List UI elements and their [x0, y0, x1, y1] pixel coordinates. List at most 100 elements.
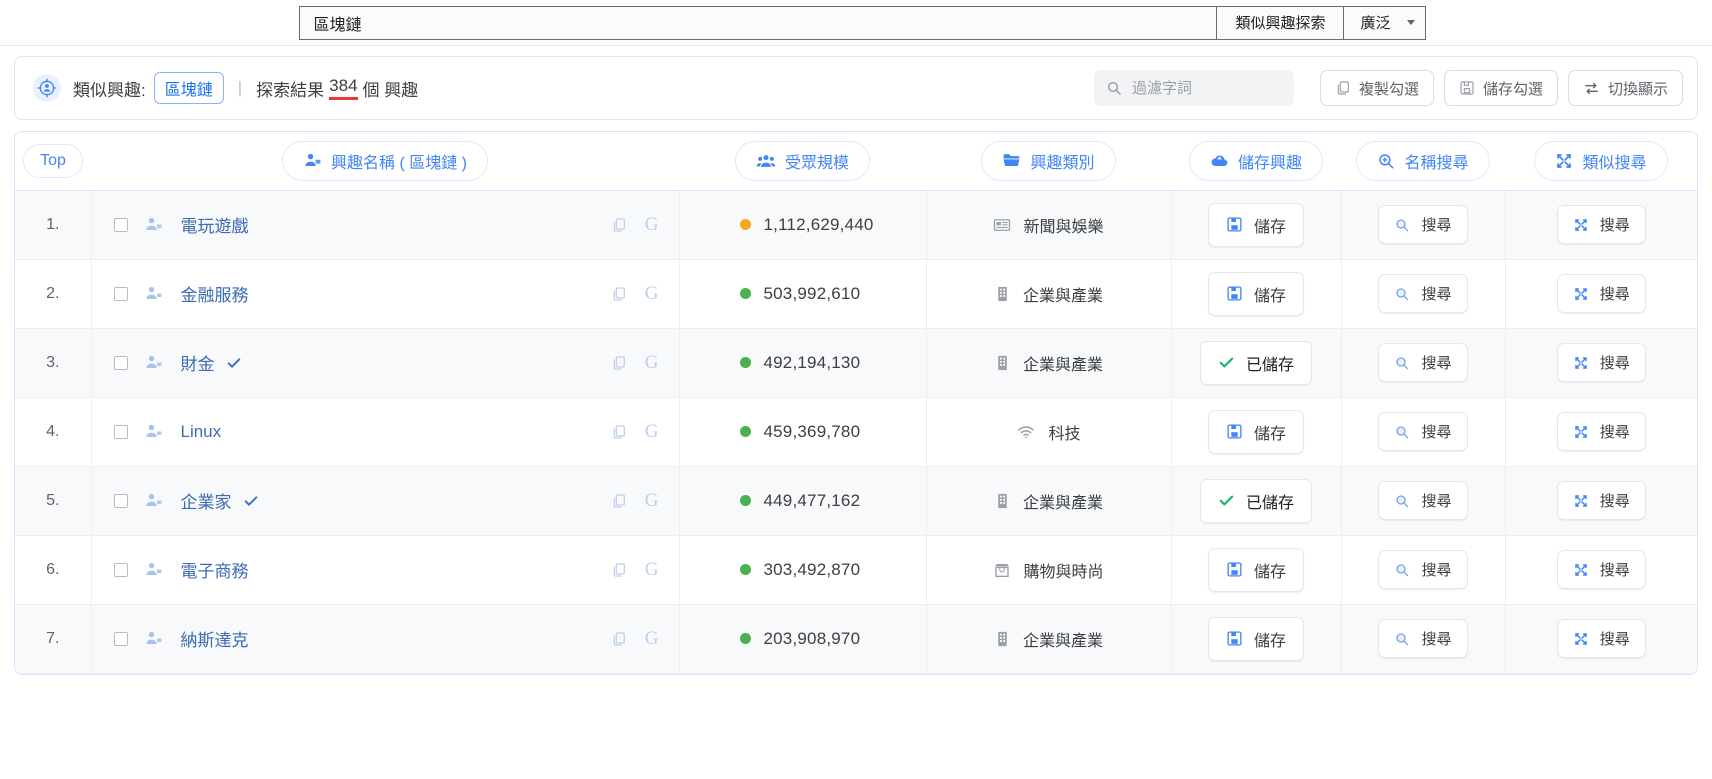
name-search-button-label: 搜尋	[1421, 355, 1452, 372]
save-button[interactable]: 儲存	[1207, 271, 1304, 316]
name-search-button[interactable]: 搜尋	[1378, 274, 1468, 313]
save-button[interactable]: 儲存	[1207, 547, 1304, 592]
row-checkbox[interactable]	[113, 493, 128, 508]
similar-search-button[interactable]: 搜尋	[1556, 481, 1646, 520]
table-row: 3. 財金 G 492,194,130 企業與產業 已儲存 搜尋 搜尋	[15, 328, 1697, 398]
filter-field[interactable]	[1093, 70, 1294, 106]
building-icon	[994, 630, 1011, 648]
name-search-button[interactable]: 搜尋	[1378, 481, 1468, 520]
category-header-pill[interactable]: 興趣類別	[981, 140, 1116, 181]
audience-size-value: 203,908,970	[763, 628, 861, 648]
google-search-icon[interactable]: G	[645, 215, 659, 234]
similar-search-button[interactable]: 搜尋	[1556, 205, 1646, 244]
similar-search-button[interactable]: 搜尋	[1556, 412, 1646, 451]
check-icon	[1218, 354, 1235, 371]
similar-search-button[interactable]: 搜尋	[1556, 274, 1646, 313]
copy-icon[interactable]	[611, 562, 627, 578]
row-checkbox[interactable]	[113, 631, 128, 646]
target-person-icon	[33, 74, 61, 102]
magnifier-icon	[1394, 493, 1410, 509]
interest-name-link[interactable]: 納斯達克	[181, 626, 249, 651]
interest-name-link[interactable]: 企業家	[181, 488, 232, 513]
save-button[interactable]: 儲存	[1207, 616, 1304, 661]
row-checkbox[interactable]	[113, 286, 128, 301]
keyword-chip[interactable]: 區塊鏈	[153, 72, 224, 104]
magnifier-icon	[1394, 424, 1410, 440]
name-search-button[interactable]: 搜尋	[1378, 412, 1468, 451]
copy-icon[interactable]	[611, 286, 627, 302]
name-search-header-pill[interactable]: 名稱搜尋	[1356, 140, 1490, 181]
copy-icon[interactable]	[611, 355, 627, 371]
similar-search-button[interactable]: 搜尋	[1556, 343, 1646, 382]
name-search-button[interactable]: 搜尋	[1378, 619, 1468, 658]
chevron-down-icon	[1406, 20, 1415, 25]
similar-search-cell: 搜尋	[1505, 535, 1697, 605]
interest-name-link[interactable]: Linux	[181, 422, 222, 442]
name-search-button[interactable]: 搜尋	[1378, 550, 1468, 589]
saved-button[interactable]: 已儲存	[1199, 478, 1312, 523]
similar-search-header-pill[interactable]: 類似搜尋	[1534, 140, 1668, 181]
interest-name-link[interactable]: 財金	[181, 350, 215, 375]
magnifier-icon	[1394, 562, 1410, 578]
save-cell: 儲存	[1171, 190, 1342, 260]
status-dot	[739, 426, 751, 437]
rank-header-label[interactable]: Top	[23, 143, 83, 178]
floppy-icon	[1226, 561, 1243, 578]
saved-button[interactable]: 已儲存	[1199, 340, 1312, 385]
status-dot	[739, 564, 751, 575]
interest-name-link[interactable]: 電玩遊戲	[181, 212, 249, 237]
category-label: 企業與產業	[1022, 287, 1103, 305]
row-checkbox[interactable]	[113, 562, 128, 577]
building-icon	[994, 285, 1011, 303]
name-search-button[interactable]: 搜尋	[1378, 343, 1468, 382]
row-index: 2.	[15, 259, 92, 329]
name-header-pill[interactable]: 興趣名稱 ( 區塊鏈 )	[282, 140, 488, 181]
google-search-icon[interactable]: G	[645, 560, 659, 579]
row-checkbox[interactable]	[113, 355, 128, 370]
audience-header-pill[interactable]: 受眾規模	[734, 140, 870, 181]
audience-size-value: 459,369,780	[763, 421, 861, 441]
google-search-icon[interactable]: G	[645, 491, 659, 510]
copy-checked-button[interactable]: 複製勾選	[1319, 70, 1434, 106]
google-search-icon[interactable]: G	[645, 353, 659, 372]
row-name-actions: G	[611, 284, 659, 303]
name-search-button[interactable]: 搜尋	[1378, 205, 1468, 244]
filter-input[interactable]	[1129, 78, 1282, 98]
save-header-pill[interactable]: 儲存興趣	[1188, 140, 1323, 181]
similar-search-button[interactable]: 搜尋	[1556, 550, 1646, 589]
row-checkbox[interactable]	[113, 424, 128, 439]
floppy-icon	[1459, 80, 1475, 96]
search-input[interactable]: 區塊鏈	[298, 5, 1217, 40]
explore-similar-interests-button[interactable]: 類似興趣探索	[1216, 5, 1344, 40]
folder-icon	[1002, 151, 1021, 170]
category-cell: 購物與時尚	[926, 535, 1172, 605]
row-checkbox[interactable]	[113, 217, 128, 232]
toggle-display-button[interactable]: 切換顯示	[1567, 70, 1683, 106]
save-checked-button[interactable]: 儲存勾選	[1443, 70, 1558, 106]
interest-name-link[interactable]: 金融服務	[181, 281, 249, 306]
audience-size-cell: 492,194,130	[679, 328, 927, 398]
copy-icon[interactable]	[611, 217, 627, 233]
save-button[interactable]: 儲存	[1207, 409, 1304, 454]
google-search-icon[interactable]: G	[645, 629, 659, 648]
header-name-search: 名稱搜尋	[1341, 132, 1505, 191]
scope-select[interactable]: 廣泛	[1343, 5, 1426, 40]
scope-select-value: 廣泛	[1360, 15, 1391, 32]
interest-name-link[interactable]: 電子商務	[181, 557, 249, 582]
save-cell: 已儲存	[1171, 466, 1342, 536]
interest-name-cell: 企業家 G	[91, 466, 680, 536]
row-name-actions: G	[611, 215, 659, 234]
cloud-upload-icon	[1210, 151, 1229, 170]
shop-icon	[993, 561, 1011, 579]
google-search-icon[interactable]: G	[645, 422, 659, 441]
name-search-cell: 搜尋	[1341, 259, 1506, 329]
similar-search-button[interactable]: 搜尋	[1556, 619, 1646, 658]
similar-search-button-label: 搜尋	[1599, 493, 1630, 510]
save-button[interactable]: 儲存	[1207, 202, 1304, 247]
floppy-icon	[1226, 630, 1243, 647]
google-search-icon[interactable]: G	[645, 284, 659, 303]
copy-icon[interactable]	[611, 424, 627, 440]
copy-icon[interactable]	[611, 631, 627, 647]
copy-icon[interactable]	[611, 493, 627, 509]
category-label: 購物與時尚	[1023, 563, 1104, 581]
